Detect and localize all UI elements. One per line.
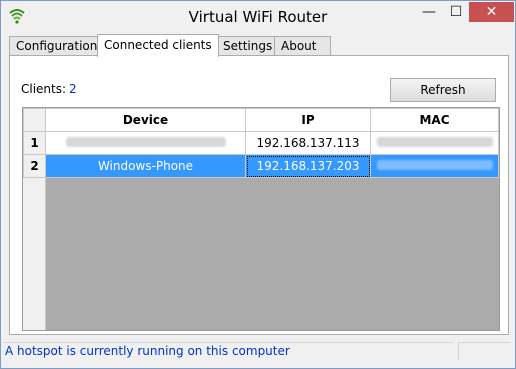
refresh-button[interactable]: Refresh xyxy=(390,78,496,102)
status-bar: A hotspot is currently running on this c… xyxy=(1,339,515,368)
row-number: 2 xyxy=(23,154,46,178)
clients-count-value: 2 xyxy=(69,82,77,96)
tab-connected-clients[interactable]: Connected clients xyxy=(97,34,219,57)
maximize-button[interactable]: ☐ xyxy=(443,2,469,22)
column-header-ip[interactable]: IP xyxy=(245,108,371,132)
ip-cell[interactable]: 192.168.137.113 xyxy=(245,131,371,155)
status-text: A hotspot is currently running on this c… xyxy=(3,342,453,360)
device-cell[interactable] xyxy=(45,131,246,155)
column-header-mac[interactable]: MAC xyxy=(370,108,499,132)
ip-cell[interactable]: 192.168.137.203 xyxy=(245,154,371,178)
table-row[interactable]: 2 Windows-Phone 192.168.137.203 xyxy=(23,154,499,178)
tab-about[interactable]: About xyxy=(274,36,331,56)
status-bar-panel xyxy=(458,342,511,360)
corner-header xyxy=(23,108,46,132)
column-header-device[interactable]: Device xyxy=(45,108,246,132)
mac-redacted xyxy=(376,160,493,170)
clients-table: Device IP MAC 1 192.168.137.113 2 Window… xyxy=(22,107,500,331)
title-bar: Virtual WiFi Router — ☐ ✕ xyxy=(1,1,515,32)
table-header-row: Device IP MAC xyxy=(23,108,499,132)
device-name-redacted xyxy=(65,137,226,147)
clients-grid: Device IP MAC 1 192.168.137.113 2 Window… xyxy=(23,108,499,178)
app-window: Virtual WiFi Router — ☐ ✕ Configuration … xyxy=(0,0,516,369)
mac-redacted xyxy=(376,137,493,147)
mac-cell[interactable] xyxy=(370,154,499,178)
device-cell[interactable]: Windows-Phone xyxy=(45,154,246,178)
connected-clients-panel: Clients: 2 Refresh Device IP MAC 1 192.16… xyxy=(9,55,509,335)
clients-label-text: Clients: xyxy=(21,82,67,96)
tab-settings[interactable]: Settings xyxy=(216,36,280,56)
mac-cell[interactable] xyxy=(370,131,499,155)
minimize-button[interactable]: — xyxy=(415,2,443,22)
row-number: 1 xyxy=(23,131,46,155)
table-row[interactable]: 1 192.168.137.113 xyxy=(23,131,499,155)
clients-count-label: Clients: 2 xyxy=(21,82,77,96)
close-button[interactable]: ✕ xyxy=(469,2,514,22)
tab-configuration[interactable]: Configuration xyxy=(9,36,101,56)
